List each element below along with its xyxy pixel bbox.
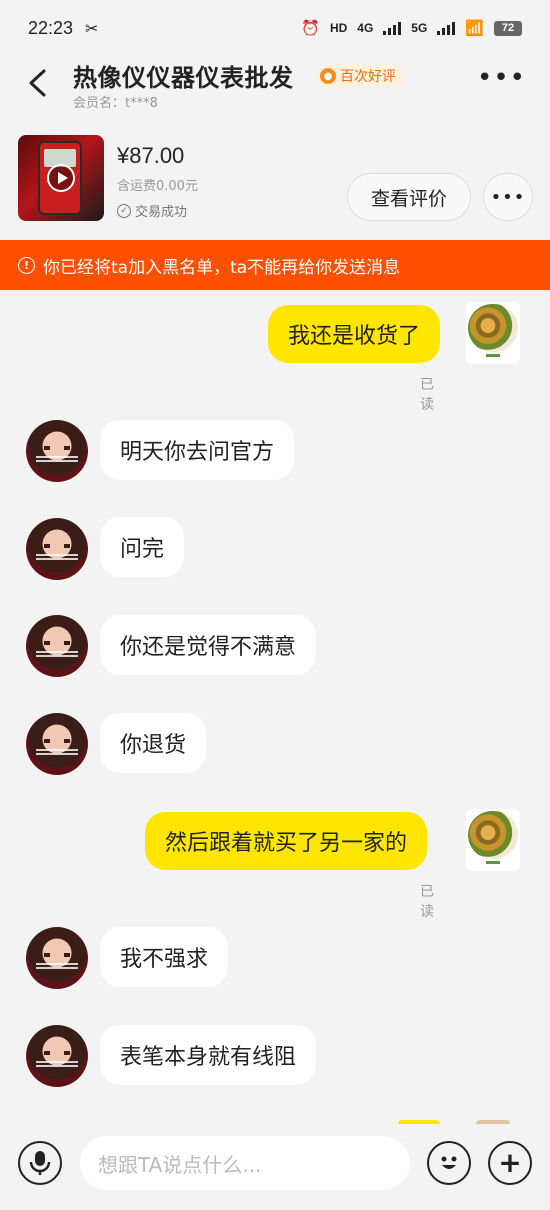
- seller-avatar[interactable]: [26, 927, 88, 989]
- wifi-icon: 📶: [465, 20, 484, 37]
- product-more-button[interactable]: •••: [483, 173, 533, 221]
- emoji-icon[interactable]: [427, 1141, 471, 1185]
- chat-header: 热像仪仪器仪表批发 ● 百次好评 会员名：t***8 •••: [0, 56, 550, 118]
- hd-label: HD: [329, 21, 348, 35]
- review-badge: ● 百次好评: [316, 64, 404, 88]
- seller-avatar[interactable]: [26, 1025, 88, 1087]
- read-status: 已读: [420, 377, 434, 413]
- network-5g: 5G: [411, 21, 428, 35]
- back-icon[interactable]: [24, 68, 54, 98]
- alarm-icon: ⏰: [301, 20, 320, 37]
- badge-label: 百次好评: [340, 69, 396, 85]
- deal-status-label: 交易成功: [135, 205, 188, 220]
- emoji-glyph: [441, 1156, 457, 1169]
- seller-avatar[interactable]: [26, 713, 88, 775]
- more-icon[interactable]: •••: [477, 65, 526, 91]
- status-bar: 22:23 ✂ ⏰ HD 4G 5G 📶 72: [0, 0, 550, 56]
- message-bubble[interactable]: 然后跟着就买了另一家的: [145, 812, 428, 870]
- product-card[interactable]: ¥87.00 含运费0.00元 ✓ 交易成功 查看评价 •••: [0, 125, 550, 233]
- message-bubble[interactable]: 表笔本身就有线阻: [100, 1025, 317, 1085]
- tools-icon: ✂: [85, 18, 99, 38]
- shop-title[interactable]: 热像仪仪器仪表批发: [73, 58, 294, 93]
- message-bubble[interactable]: 你还是觉得不满意: [100, 615, 317, 675]
- my-avatar[interactable]: [466, 809, 520, 871]
- product-price: ¥87.00: [117, 143, 185, 168]
- check-icon: ✓: [117, 203, 131, 218]
- deal-status: ✓ 交易成功: [117, 201, 187, 220]
- status-time: 22:23: [28, 17, 74, 38]
- seller-avatar[interactable]: [26, 615, 88, 677]
- product-thumbnail[interactable]: [18, 135, 104, 221]
- flame-icon: ●: [320, 68, 336, 84]
- shipping-fee: 含运费0.00元: [117, 179, 198, 194]
- blacklist-notice: ! 你已经将ta加入黑名单，ta不能再给你发送消息: [0, 240, 550, 290]
- my-avatar[interactable]: [466, 302, 520, 364]
- signal-icon-2: [437, 21, 456, 35]
- plus-icon[interactable]: +: [488, 1141, 532, 1185]
- message-bubble[interactable]: 我还是收货了: [268, 305, 441, 363]
- message-bubble[interactable]: 我不强求: [100, 927, 229, 987]
- status-right: ⏰ HD 4G 5G 📶 72: [301, 19, 522, 37]
- view-review-button[interactable]: 查看评价: [347, 173, 471, 221]
- notice-text: 你已经将ta加入黑名单，ta不能再给你发送消息: [43, 257, 401, 278]
- microphone-glyph: [29, 1151, 51, 1175]
- member-name: 会员名：t***8: [73, 96, 158, 111]
- play-icon[interactable]: [47, 164, 75, 192]
- warning-icon: !: [18, 256, 35, 274]
- signal-icon: [383, 21, 402, 35]
- seller-avatar[interactable]: [26, 420, 88, 482]
- message-bubble[interactable]: 明天你去问官方: [100, 420, 295, 480]
- battery-icon: 72: [494, 20, 522, 36]
- message-bubble[interactable]: 你退货: [100, 713, 207, 773]
- seller-avatar[interactable]: [26, 518, 88, 580]
- message-input[interactable]: 想跟TA说点什么...: [80, 1136, 410, 1190]
- read-status: 已读: [420, 884, 434, 920]
- message-bubble[interactable]: 问完: [100, 517, 185, 577]
- microphone-icon[interactable]: [18, 1141, 62, 1185]
- network-4g: 4G: [357, 21, 374, 35]
